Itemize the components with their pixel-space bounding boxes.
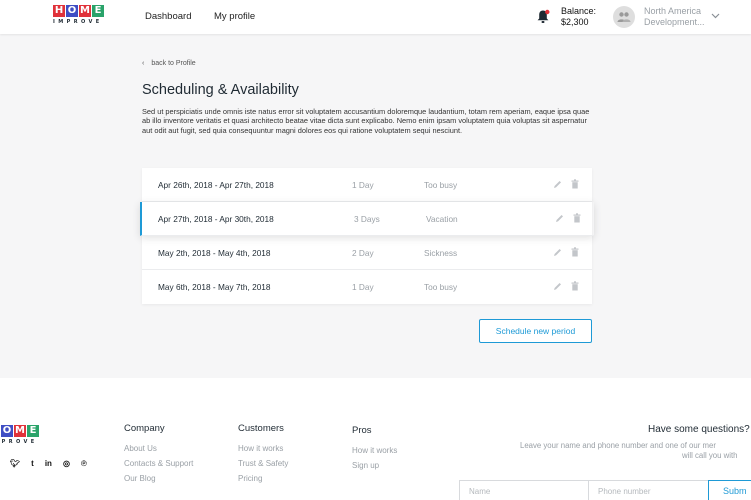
page-title: Scheduling & Availability	[142, 82, 299, 98]
avatar[interactable]	[613, 6, 635, 28]
phone-input[interactable]	[588, 480, 710, 500]
trash-icon[interactable]	[571, 179, 579, 189]
footer-link[interactable]: Trust & Safety	[238, 459, 288, 468]
pinterest-icon[interactable]: ℗	[81, 459, 87, 468]
footer-link[interactable]: About Us	[124, 444, 193, 453]
period-length: 3 Days	[354, 214, 380, 224]
name-input[interactable]	[459, 480, 589, 500]
period-dates: Apr 27th, 2018 - Apr 30th, 2018	[158, 214, 274, 224]
logo-letter: O	[1, 425, 13, 437]
edit-pencil-icon[interactable]	[553, 248, 562, 257]
logo-subtitle: IMPROVE	[0, 439, 38, 445]
submit-button[interactable]: Subm	[708, 480, 751, 500]
contact-subtitle: Leave your name and phone number and one…	[520, 441, 716, 450]
footer-pros-column: Pros How it works Sign up	[352, 425, 397, 476]
period-row[interactable]: May 2th, 2018 - May 4th, 2018 2 Day Sick…	[142, 236, 592, 270]
logo-subtitle: IMPROVE	[53, 19, 103, 25]
period-row-selected[interactable]: Apr 27th, 2018 - Apr 30th, 2018 3 Days V…	[140, 202, 594, 236]
footer-heading: Company	[124, 423, 165, 434]
period-length: 1 Day	[352, 180, 374, 190]
footer-link[interactable]: How it works	[352, 446, 397, 455]
footer-heading: Pros	[352, 425, 372, 436]
instagram-icon[interactable]: ◎	[63, 459, 70, 468]
period-reason: Too busy	[424, 282, 458, 292]
edit-pencil-icon[interactable]	[553, 180, 562, 189]
balance-display: Balance: $2,300	[561, 6, 596, 27]
nav-my-profile[interactable]: My profile	[214, 11, 255, 22]
period-reason: Sickness	[424, 248, 458, 258]
period-row[interactable]: Apr 26th, 2018 - Apr 27th, 2018 1 Day To…	[142, 168, 592, 202]
period-dates: May 6th, 2018 - May 7th, 2018	[158, 282, 271, 292]
period-dates: Apr 26th, 2018 - Apr 27th, 2018	[158, 180, 274, 190]
period-length: 1 Day	[352, 282, 374, 292]
logo-letter: E	[92, 5, 104, 17]
notification-bell-icon[interactable]	[536, 9, 550, 24]
footer-link[interactable]: Contacts & Support	[124, 459, 193, 468]
logo-letter: E	[27, 425, 39, 437]
periods-list: Apr 26th, 2018 - Apr 27th, 2018 1 Day To…	[140, 168, 594, 304]
period-dates: May 2th, 2018 - May 4th, 2018	[158, 248, 271, 258]
footer-link[interactable]: Sign up	[352, 461, 397, 470]
footer-link[interactable]: How it works	[238, 444, 288, 453]
footer-customers-column: Customers How it works Trust & Safety Pr…	[238, 423, 288, 489]
period-length: 2 Day	[352, 248, 374, 258]
region-line1: North America	[644, 6, 702, 16]
edit-pencil-icon[interactable]	[553, 282, 562, 291]
social-links: 🐦︎ t in ◎ ℗	[10, 459, 87, 468]
back-to-profile-link[interactable]: ‹ back to Profile	[142, 60, 196, 67]
period-reason: Vacation	[426, 214, 458, 224]
home-improve-logo[interactable]: H O M E IMPROVE	[53, 5, 104, 25]
schedule-new-period-button[interactable]: Schedule new period	[479, 319, 592, 343]
twitter-icon[interactable]: 🐦︎	[10, 459, 20, 468]
footer-heading: Customers	[238, 423, 284, 434]
trash-icon[interactable]	[571, 247, 579, 257]
logo-letter: H	[53, 5, 65, 17]
footer-company-column: Company About Us Contacts & Support Our …	[124, 423, 193, 489]
logo-letter: M	[14, 425, 26, 437]
trash-icon[interactable]	[571, 281, 579, 291]
logo-letter: O	[66, 5, 78, 17]
linkedin-icon[interactable]: in	[45, 459, 52, 468]
region-line2: Development...	[644, 16, 705, 27]
edit-pencil-icon[interactable]	[555, 214, 564, 223]
footer-logo[interactable]: H O M E IMPROVE	[0, 425, 39, 445]
users-icon	[617, 12, 631, 22]
contact-subtitle-line2: will call you with	[682, 451, 738, 460]
contact-title: Have some questions? A	[648, 424, 751, 435]
back-label: back to Profile	[151, 60, 196, 67]
chevron-down-icon[interactable]	[711, 13, 720, 19]
balance-value: $2,300	[561, 16, 589, 27]
footer-link[interactable]: Our Blog	[124, 474, 193, 483]
footer-link[interactable]: Pricing	[238, 474, 288, 483]
balance-label: Balance:	[561, 6, 597, 16]
nav-dashboard[interactable]: Dashboard	[145, 11, 191, 22]
tumblr-icon[interactable]: t	[31, 459, 34, 468]
chevron-left-icon: ‹	[142, 60, 145, 67]
page-description: Sed ut perspiciatis unde omnis iste natu…	[142, 107, 590, 135]
trash-icon[interactable]	[573, 213, 581, 223]
period-reason: Too busy	[424, 180, 458, 190]
region-selector[interactable]: North America Development...	[644, 6, 705, 27]
period-row[interactable]: May 6th, 2018 - May 7th, 2018 1 Day Too …	[142, 270, 592, 304]
top-header: H O M E IMPROVE Dashboard My profile Bal…	[0, 0, 751, 34]
logo-letter: M	[79, 5, 91, 17]
